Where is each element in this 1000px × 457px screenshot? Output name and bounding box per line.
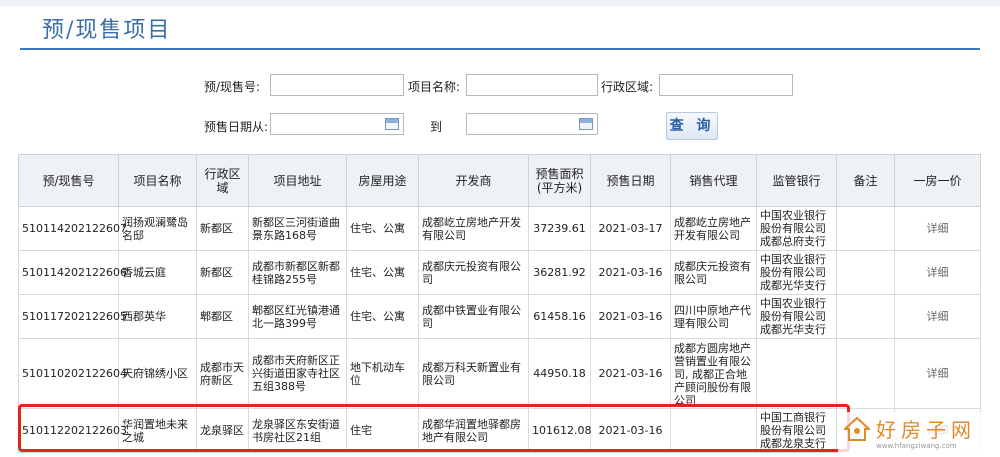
watermark-url: www.hfangziwang.com [876,442,957,450]
table-row: 510114202122606 香城云庭 新都区 成都市新都区新都桂锦路255号… [18,250,981,295]
watermark-logo: 好房子网 www.hfangziwang.com [838,412,998,454]
cell-remark [836,250,895,295]
col-header-presale-no: 预/现售号 [18,154,119,207]
cell-address: 新都区三河街道曲景东路168号 [248,206,347,251]
cell-area: 61458.16 [528,294,591,339]
col-header-area: 预售面积 (平方米) [528,154,591,207]
cell-address: 成都市天府新区正兴街道田家寺社区五组388号 [248,338,347,409]
cell-bank: 中国农业银行股份有限公司成都光华支行 [756,250,837,295]
query-button[interactable]: 查 询 [666,112,718,140]
cell-developer: 成都中铁置业有限公司 [418,294,529,339]
cell-developer: 成都华润置地驿都房地产有限公司 [418,408,529,453]
cell-developer: 成都屹立房地产开发有限公司 [418,206,529,251]
col-header-district: 行政区域 [196,154,249,207]
cell-area: 101612.08 [528,408,592,453]
detail-link[interactable]: 详细 [894,206,981,251]
cell-project-name: 华润置地未来之城 [118,408,197,453]
cell-presale-no: 510114202122607 [18,206,127,251]
date-from-input[interactable] [270,113,404,135]
cell-project-name: 天府锦绣小区 [118,338,197,409]
cell-bank: 中国工商银行股份有限公司成都龙泉支行 [756,408,837,453]
cell-agent: 成都方圆房地产营销置业有限公司, 成都正合地产顾问股份有限公司 [670,338,757,409]
presale-no-input[interactable] [270,74,404,96]
cell-date: 2021-03-16 [590,250,671,295]
col-header-project-name: 项目名称 [118,154,197,207]
col-header-agent: 销售代理 [670,154,757,207]
cell-date: 2021-03-17 [590,206,671,251]
date-to-input[interactable] [466,113,598,135]
calendar-icon[interactable] [579,118,593,130]
project-name-label: 项目名称: [408,80,461,94]
cell-presale-no: 510110202122604 [18,338,127,409]
watermark-brand: 好房子网 [876,418,976,442]
cell-project-name: 香城云庭 [118,250,197,295]
cell-date: 2021-03-16 [590,338,671,409]
cell-presale-no: 510117202122605 [18,294,127,339]
cell-presale-no: 510114202122606 [18,250,127,295]
cell-agent: 成都庆元投资有限公司 [670,250,757,295]
district-label: 行政区域: [601,80,654,94]
cell-agent [670,408,757,453]
page-header: 预/现售项目 [20,6,980,52]
cell-usage: 住宅 [346,408,419,453]
col-header-price: 一房一价 [894,154,981,207]
cell-project-name: 西郡英华 [118,294,197,339]
page-title: 预/现售项目 [42,18,172,43]
header-divider [20,48,980,50]
cell-date: 2021-03-16 [590,408,671,453]
cell-address: 郫都区红光镇港通北一路399号 [248,294,347,339]
cell-bank [756,338,837,409]
cell-area: 44950.18 [528,338,591,409]
table-row: 510112202122603 华润置地未来之城 龙泉驿区 龙泉驿区东安街道书房… [18,408,981,453]
cell-presale-no: 510112202122603 [18,408,127,453]
cell-project-name: 润扬观澜鹭岛名邸 [118,206,197,251]
col-header-developer: 开发商 [418,154,529,207]
table-row: 510110202122604 天府锦绣小区 成都市天府新区 成都市天府新区正兴… [18,338,981,409]
col-header-usage: 房屋用途 [346,154,419,207]
project-name-input[interactable] [466,74,598,96]
cell-remark [836,338,895,409]
district-input[interactable] [659,74,793,96]
cell-area: 36281.92 [528,250,591,295]
cell-usage: 地下机动车位 [346,338,419,409]
cell-remark [836,206,895,251]
calendar-icon[interactable] [385,118,399,130]
cell-district: 新都区 [196,250,249,295]
cell-address: 成都市新都区新都桂锦路255号 [248,250,347,295]
cell-developer: 成都万科天新置业有限公司 [418,338,529,409]
cell-area: 37239.61 [528,206,591,251]
cell-usage: 住宅、公寓 [346,206,419,251]
date-to-label: 到 [430,120,443,134]
col-header-date: 预售日期 [590,154,671,207]
cell-agent: 四川中原地产代理有限公司 [670,294,757,339]
cell-district: 成都市天府新区 [196,338,249,409]
cell-district: 新都区 [196,206,249,251]
house-icon [844,416,870,441]
table-row: 510114202122607 润扬观澜鹭岛名邸 新都区 新都区三河街道曲景东路… [18,206,981,251]
table-row: 510117202122605 西郡英华 郫都区 郫都区红光镇港通北一路399号… [18,294,981,339]
table-header-row: 预/现售号 项目名称 行政区域 项目地址 房屋用途 开发商 预售面积 (平方米)… [18,154,981,207]
detail-link[interactable]: 详细 [894,294,981,339]
detail-link[interactable]: 详细 [894,250,981,295]
detail-link[interactable]: 详细 [894,338,981,409]
cell-remark [836,294,895,339]
cell-district: 郫都区 [196,294,249,339]
cell-bank: 中国农业银行股份有限公司成都光华支行 [756,294,837,339]
col-header-address: 项目地址 [248,154,347,207]
cell-district: 龙泉驿区 [196,408,249,453]
cell-usage: 住宅、公寓 [346,250,419,295]
bank-text: 中国工商银行股份有限公司成都龙泉支行 [760,411,826,450]
cell-address: 龙泉驿区东安街道书房社区21组 [248,408,347,453]
cell-date: 2021-03-16 [590,294,671,339]
presale-table: 预/现售号 项目名称 行政区域 项目地址 房屋用途 开发商 预售面积 (平方米)… [18,154,981,453]
cell-agent: 成都屹立房地产开发有限公司 [670,206,757,251]
date-from-label: 预售日期从: [204,120,269,134]
presale-no-label: 预/现售号: [204,80,261,94]
cell-bank: 中国农业银行股份有限公司成都总府支行 [756,206,837,251]
col-header-bank: 监管银行 [756,154,837,207]
agent-text: 成都方圆房地产营销置业有限公司, 成都正合地产顾问股份有限公司 [674,341,751,406]
cell-developer: 成都庆元投资有限公司 [418,250,529,295]
cell-usage: 住宅、公寓 [346,294,419,339]
col-header-remark: 备注 [836,154,895,207]
